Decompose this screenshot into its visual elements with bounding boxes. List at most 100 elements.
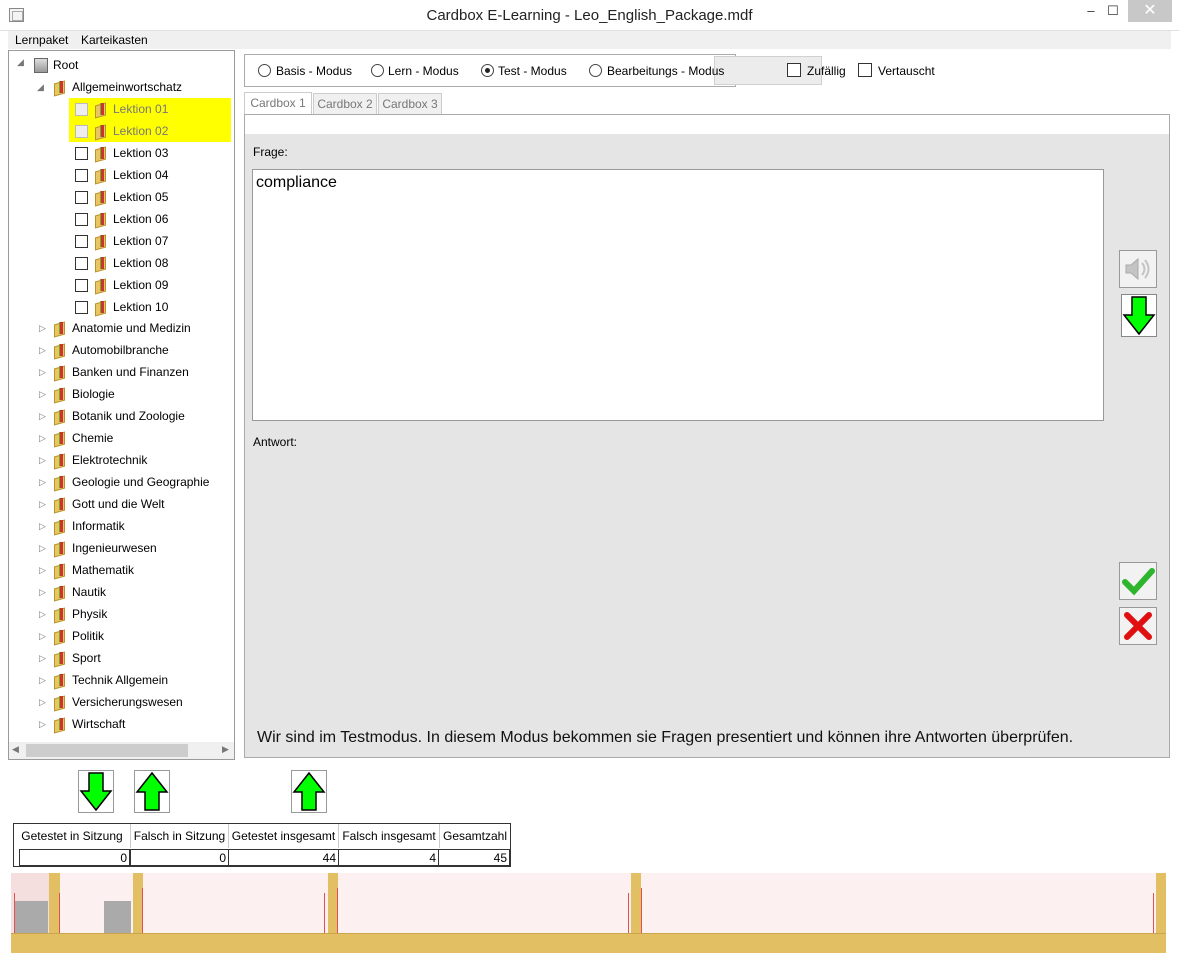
tree-category-item[interactable]: ▷ Mathematik [37,559,232,581]
label-vertauscht[interactable]: Vertauscht [878,64,935,78]
tree-category-item[interactable]: ▷ Politik [37,625,232,647]
expand-icon[interactable]: ▷ [39,427,49,449]
radio-lern[interactable] [371,64,384,77]
lesson-checkbox[interactable] [75,169,88,182]
expand-icon[interactable]: ▷ [39,515,49,537]
expand-icon[interactable]: ▷ [39,559,49,581]
label-bearbeitung[interactable]: Bearbeitungs - Modus [607,64,724,78]
lesson-label: Lektion 07 [113,234,169,248]
radio-bearbeitung[interactable] [589,64,602,77]
folder-icon [54,652,66,665]
tree-lesson-item[interactable]: Lektion 08 [69,252,231,274]
expand-icon[interactable]: ▷ [39,669,49,691]
lesson-label: Lektion 05 [113,190,169,204]
tree-category-item[interactable]: ▷ Geologie und Geographie [37,471,232,493]
menu-lernpaket[interactable]: Lernpaket [15,33,68,47]
tab-cardbox-2[interactable]: Cardbox 2 [313,93,377,115]
label-test[interactable]: Test - Modus [498,64,567,78]
expand-icon[interactable]: ▷ [39,537,49,559]
tree-category-item[interactable]: ▷ Informatik [37,515,232,537]
lesson-checkbox[interactable] [75,257,88,270]
wrong-button[interactable] [1119,607,1157,645]
expand-icon[interactable]: ▷ [39,581,49,603]
tree-category-item[interactable]: ▷ Physik [37,603,232,625]
tree-lesson-item[interactable]: Lektion 06 [69,208,231,230]
tree-lesson-item[interactable]: Lektion 03 [69,142,231,164]
expand-icon[interactable]: ▷ [39,493,49,515]
expand-icon[interactable]: ▷ [39,405,49,427]
collapse-icon[interactable]: ◢ [37,82,47,93]
move-down-button[interactable] [78,770,114,813]
lesson-tree[interactable]: ◢ Root ◢ Allgemeinwortschatz Lektion 01 … [8,50,235,760]
lesson-checkbox[interactable] [75,103,88,116]
scrollbar-thumb[interactable] [26,744,188,757]
tab-cardbox-3[interactable]: Cardbox 3 [378,93,442,115]
expand-icon[interactable]: ▷ [39,603,49,625]
folder-icon [95,191,107,204]
tree-lesson-item[interactable]: Lektion 09 [69,274,231,296]
question-label: Frage: [253,145,288,159]
menu-karteikasten[interactable]: Karteikasten [81,33,148,47]
lesson-checkbox[interactable] [75,213,88,226]
checkbox-vertauscht[interactable] [858,63,872,77]
tree-lesson-item[interactable]: Lektion 05 [69,186,231,208]
tree-category-item[interactable]: ▷ Elektrotechnik [37,449,232,471]
folder-icon [54,388,66,401]
expand-icon[interactable]: ▷ [39,361,49,383]
scroll-right-icon[interactable]: ▶ [222,744,229,755]
close-button[interactable]: ✕ [1128,0,1172,22]
lesson-checkbox[interactable] [75,279,88,292]
expand-icon[interactable]: ▷ [39,625,49,647]
expand-icon[interactable]: ▷ [39,383,49,405]
expand-icon[interactable]: ▷ [39,339,49,361]
lesson-checkbox[interactable] [75,191,88,204]
move-up-button[interactable] [134,770,170,813]
radio-basis[interactable] [258,64,271,77]
tree-lesson-item[interactable]: Lektion 07 [69,230,231,252]
move-up-button-2[interactable] [291,770,327,813]
tree-category-item[interactable]: ▷ Wirtschaft [37,713,232,735]
speaker-button[interactable] [1119,250,1157,288]
label-basis[interactable]: Basis - Modus [276,64,352,78]
tree-category-item[interactable]: ▷ Botanik und Zoologie [37,405,232,427]
tree-lesson-item[interactable]: Lektion 10 [69,296,231,318]
tree-lesson-item[interactable]: Lektion 01 [69,98,231,120]
lesson-checkbox[interactable] [75,301,88,314]
statistics-table: Getestet in Sitzung Falsch in Sitzung Ge… [13,823,511,867]
tree-category-item[interactable]: ▷ Technik Allgemein [37,669,232,691]
lesson-checkbox[interactable] [75,125,88,138]
tree-lesson-item[interactable]: Lektion 04 [69,164,231,186]
tree-horizontal-scrollbar[interactable]: ◀ ▶ [9,742,234,759]
tree-category-item[interactable]: ▷ Gott und die Welt [37,493,232,515]
tree-category-item[interactable]: ▷ Chemie [37,427,232,449]
label-zufaellig[interactable]: Zufällig [807,64,846,78]
tree-category-item[interactable]: ▷ Nautik [37,581,232,603]
maximize-button[interactable]: ☐ [1098,0,1128,22]
tree-category-item[interactable]: ▷ Versicherungswesen [37,691,232,713]
show-answer-button[interactable] [1121,294,1157,337]
tree-category-item[interactable]: ▷ Sport [37,647,232,669]
expand-icon[interactable]: ▷ [39,471,49,493]
lesson-checkbox[interactable] [75,147,88,160]
tree-category-item[interactable]: ▷ Anatomie und Medizin [37,317,232,339]
tree-lesson-item[interactable]: Lektion 02 [69,120,231,142]
expand-icon[interactable]: ▷ [39,647,49,669]
lesson-checkbox[interactable] [75,235,88,248]
expand-icon[interactable]: ▷ [39,449,49,471]
tree-category-item[interactable]: ▷ Banken und Finanzen [37,361,232,383]
tree-node-allgemeinwortschatz[interactable]: Allgemeinwortschatz [52,76,232,98]
correct-button[interactable] [1119,562,1157,600]
checkbox-zufaellig[interactable] [787,63,801,77]
tree-category-item[interactable]: ▷ Ingenieurwesen [37,537,232,559]
scroll-left-icon[interactable]: ◀ [12,744,19,755]
question-box[interactable]: compliance [252,169,1104,421]
expand-icon[interactable]: ▷ [39,317,49,339]
radio-test[interactable] [481,64,494,77]
tab-cardbox-1[interactable]: Cardbox 1 [244,92,312,115]
expand-icon[interactable]: ▷ [39,713,49,735]
tree-category-item[interactable]: ▷ Automobilbranche [37,339,232,361]
expand-icon[interactable]: ▷ [39,691,49,713]
collapse-icon[interactable]: ◢ [17,57,27,68]
tree-category-item[interactable]: ▷ Biologie [37,383,232,405]
label-lern[interactable]: Lern - Modus [388,64,459,78]
